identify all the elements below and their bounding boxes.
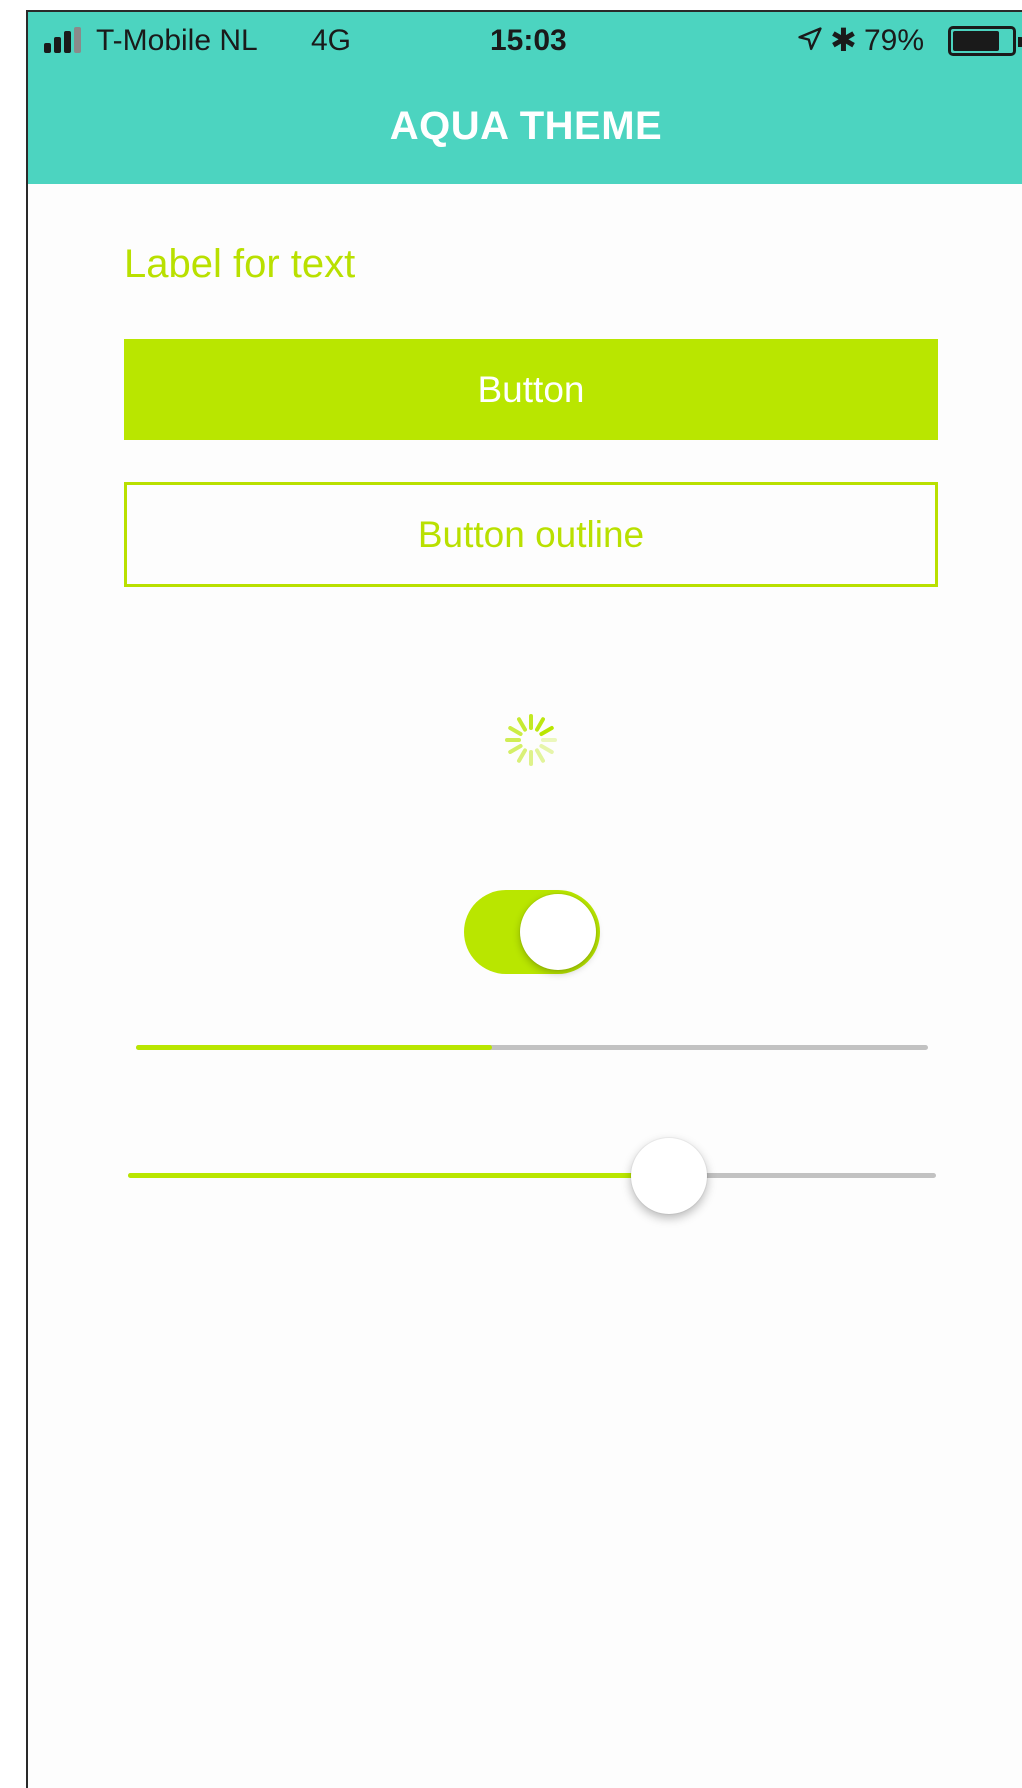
spinner-spoke: [508, 744, 523, 754]
toggle-switch[interactable]: [464, 890, 600, 974]
bluetooth-icon: ✱: [830, 22, 857, 58]
toggle-switch-knob[interactable]: [520, 894, 596, 970]
outline-button[interactable]: Button outline: [124, 482, 938, 587]
location-arrow-icon: [798, 27, 822, 51]
spinner-spoke: [508, 726, 523, 736]
battery-level-fill: [953, 31, 999, 51]
spinner-spoke: [517, 748, 527, 763]
progress-bar-fill: [136, 1045, 493, 1050]
value-slider[interactable]: [128, 1130, 936, 1220]
app-screen: T-Mobile NL 4G 15:03 ✱ 79% AQUA THEME La…: [26, 10, 1022, 1788]
slider-fill: [128, 1173, 670, 1178]
primary-button[interactable]: Button: [124, 339, 938, 440]
battery-icon: [948, 26, 1022, 56]
device-frame: T-Mobile NL 4G 15:03 ✱ 79% AQUA THEME La…: [0, 0, 1022, 1788]
status-bar: T-Mobile NL 4G 15:03 ✱ 79%: [28, 12, 1022, 72]
slider-thumb[interactable]: [631, 1138, 708, 1214]
page-title: AQUA THEME: [389, 104, 663, 148]
signal-icon: [44, 27, 86, 53]
battery-tip: [1018, 37, 1022, 47]
carrier-name: T-Mobile NL: [96, 24, 258, 57]
network-type: 4G: [311, 24, 352, 57]
spinner-spoke: [539, 744, 554, 754]
spinner-spoke: [535, 748, 545, 763]
primary-button-label: Button: [477, 368, 585, 410]
spinner-spoke: [517, 717, 527, 732]
spinner-spoke: [535, 717, 545, 732]
loading-spinner-icon: [505, 714, 557, 766]
outline-button-label: Button outline: [417, 513, 645, 555]
battery-percent: 79%: [864, 24, 925, 57]
spinner-spoke: [539, 726, 554, 736]
status-time: 15:03: [490, 24, 567, 57]
app-header: T-Mobile NL 4G 15:03 ✱ 79% AQUA THEME: [28, 12, 1022, 184]
progress-bar: [136, 1045, 928, 1050]
text-label: Label for text: [124, 242, 356, 286]
